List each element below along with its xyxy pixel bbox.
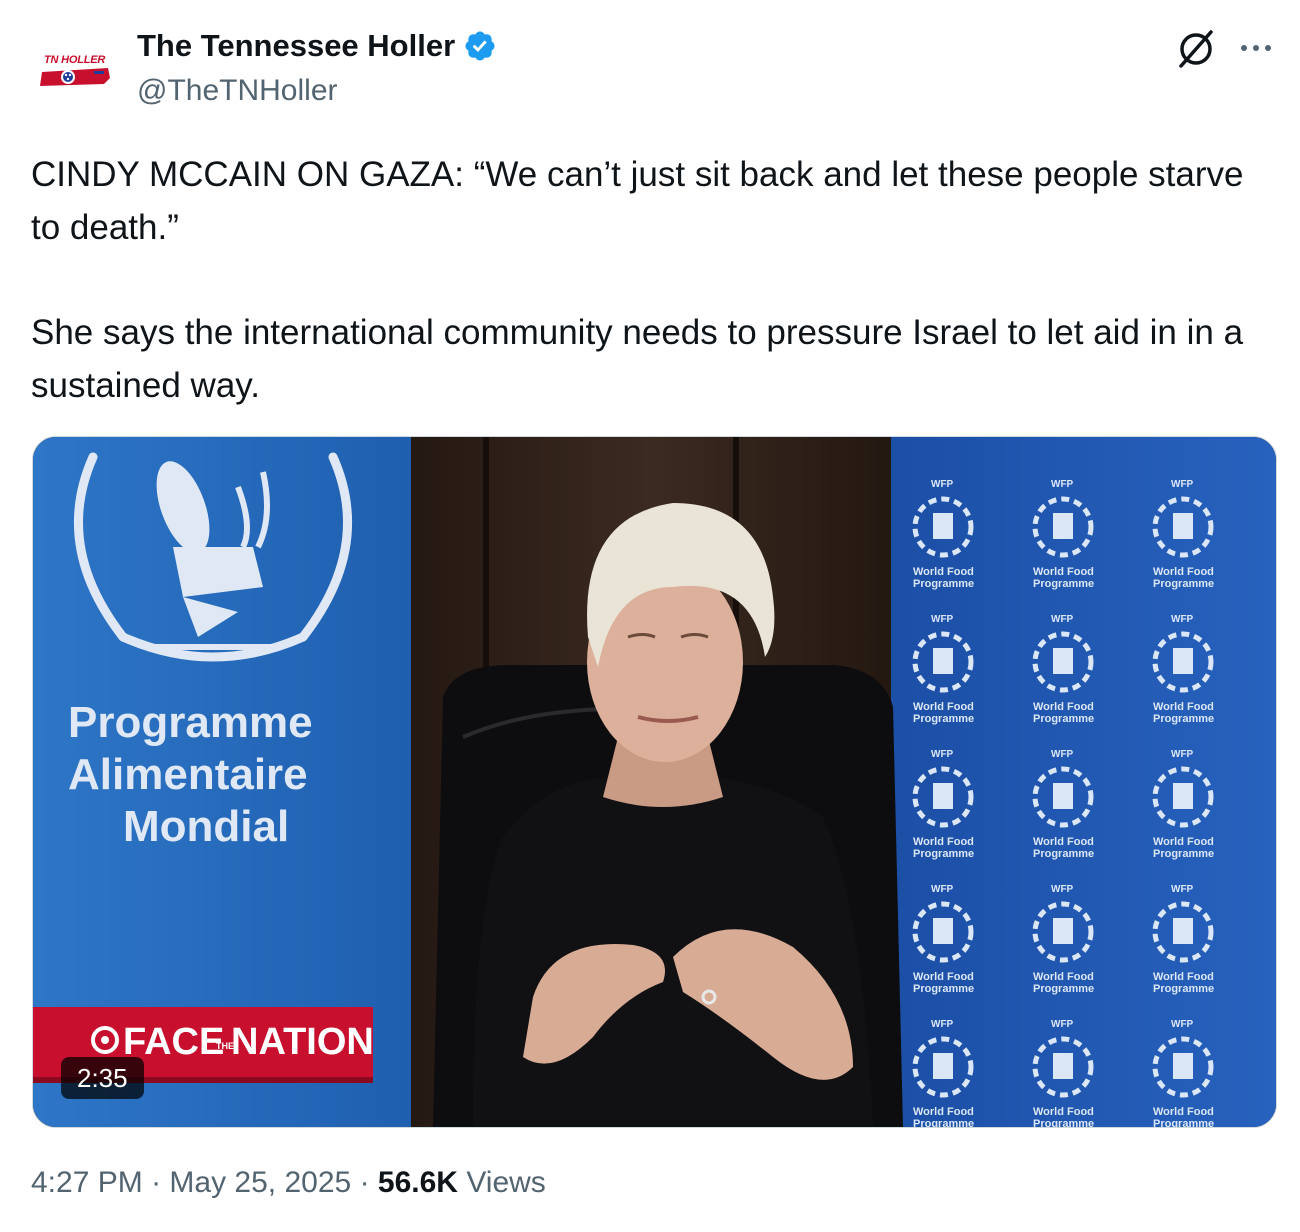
wfp-tile-label: WFP: [1051, 479, 1074, 490]
wfp-tile-label: WFP: [1051, 614, 1074, 625]
author-handle[interactable]: @TheTNHoller: [137, 74, 338, 108]
video-frame: Programme Alimentaire Mondial WFP World F…: [33, 437, 1276, 1127]
tweet-paragraph-1: CINDY MCCAIN ON GAZA: “We can’t just sit…: [31, 155, 1244, 247]
wfp-grain-mark: [933, 513, 953, 539]
wfp-tile-label: WFP: [1171, 884, 1194, 895]
author-name-row[interactable]: The Tennessee Holler: [137, 28, 497, 64]
grok-icon: [1179, 30, 1213, 68]
wfp-tile-label: WFP: [1171, 479, 1194, 490]
wfp-grain-mark: [1053, 783, 1073, 809]
wfp-tile-label: WFP: [1171, 1019, 1194, 1030]
wfp-grain-mark: [1053, 513, 1073, 539]
wfp-grain-mark: [1053, 1053, 1073, 1079]
avatar[interactable]: TN HOLLER: [36, 40, 116, 110]
tweet-paragraph-2: She says the international community nee…: [31, 313, 1244, 405]
wfp-grain-mark: [1173, 513, 1193, 539]
tweet-meta: 4:27 PM · May 25, 2025 · 56.6K Views: [31, 1166, 546, 1200]
views-count: 56.6K: [377, 1166, 458, 1199]
wfp-tile-line2: Programme: [913, 1118, 974, 1127]
wfp-grain-mark: [1173, 1053, 1193, 1079]
wfp-tile-line1: World Food: [913, 971, 974, 983]
wfp-tile-label: WFP: [931, 884, 954, 895]
wfp-tile-line2: Programme: [913, 848, 974, 860]
video-player[interactable]: Programme Alimentaire Mondial WFP World F…: [32, 436, 1277, 1128]
show-logo-nation: NATION: [231, 1021, 374, 1063]
wfp-tile-line2: Programme: [1153, 1118, 1214, 1127]
wfp-tile-label: WFP: [1051, 1019, 1074, 1030]
wfp-tile-line2: Programme: [1033, 578, 1094, 590]
verified-badge-icon: [465, 31, 495, 61]
wfp-grain-mark: [1053, 648, 1073, 674]
wfp-tile-line1: World Food: [913, 701, 974, 713]
wfp-tile-line1: World Food: [913, 1106, 974, 1118]
tweet-date[interactable]: May 25, 2025: [169, 1166, 351, 1199]
grok-button[interactable]: [1173, 26, 1219, 72]
banner-line-2: Alimentaire: [68, 750, 308, 799]
wfp-tile-line1: World Food: [1033, 701, 1094, 713]
wfp-tile-line1: World Food: [1033, 971, 1094, 983]
avatar-text: TN HOLLER: [44, 54, 106, 66]
wfp-tile-label: WFP: [1051, 749, 1074, 760]
wfp-grain-mark: [1173, 783, 1193, 809]
tennessee-holler-logo: [40, 68, 110, 86]
wfp-tile-line1: World Food: [913, 836, 974, 848]
wfp-tile-line2: Programme: [913, 713, 974, 725]
wfp-tile-line2: Programme: [1033, 1118, 1094, 1127]
wfp-tile-line1: World Food: [1153, 701, 1214, 713]
wfp-tile-line1: World Food: [1153, 566, 1214, 578]
wfp-tile-label: WFP: [1171, 614, 1194, 625]
wfp-tile-line1: World Food: [913, 566, 974, 578]
wfp-grain-mark: [933, 783, 953, 809]
wfp-tile-line2: Programme: [1153, 578, 1214, 590]
wfp-tile-line2: Programme: [1153, 713, 1214, 725]
banner-line-1: Programme: [68, 698, 313, 747]
wfp-tile-line2: Programme: [1033, 713, 1094, 725]
wfp-tile-line1: World Food: [1033, 836, 1094, 848]
views-label: Views: [466, 1166, 546, 1199]
wfp-grain-mark: [1173, 648, 1193, 674]
meta-separator-1: ·: [151, 1166, 162, 1199]
wfp-tile-line2: Programme: [913, 578, 974, 590]
wfp-tile-line2: Programme: [1033, 848, 1094, 860]
wfp-tile-line1: World Food: [1153, 836, 1214, 848]
wfp-tile-label: WFP: [1051, 884, 1074, 895]
wfp-tile-line1: World Food: [1153, 971, 1214, 983]
wfp-tile-label: WFP: [931, 1019, 954, 1030]
wfp-tile-label: WFP: [1171, 749, 1194, 760]
wfp-tile-line2: Programme: [1153, 983, 1214, 995]
more-button[interactable]: [1236, 28, 1276, 68]
wfp-grain-mark: [1053, 918, 1073, 944]
wfp-tile-label: WFP: [931, 479, 954, 490]
display-name[interactable]: The Tennessee Holler: [137, 28, 455, 64]
meta-separator-2: ·: [359, 1166, 370, 1199]
wfp-tile-line1: World Food: [1153, 1106, 1214, 1118]
banner-line-3: Mondial: [123, 802, 289, 851]
video-duration-badge: 2:35: [61, 1057, 144, 1099]
wfp-tile-line2: Programme: [913, 983, 974, 995]
wfp-tile-line2: Programme: [1153, 848, 1214, 860]
wfp-grain-mark: [1173, 918, 1193, 944]
wfp-grain-mark: [933, 1053, 953, 1079]
wfp-tile-line2: Programme: [1033, 983, 1094, 995]
wfp-tile-label: WFP: [931, 614, 954, 625]
tweet-time[interactable]: 4:27 PM: [31, 1166, 143, 1199]
wfp-tile-line1: World Food: [1033, 1106, 1094, 1118]
wfp-tile-line1: World Food: [1033, 566, 1094, 578]
wfp-tile-label: WFP: [931, 749, 954, 760]
tweet: TN HOLLER The Tennessee Holler @TheTNHol…: [0, 0, 1300, 1232]
tweet-text: CINDY MCCAIN ON GAZA: “We can’t just sit…: [31, 148, 1271, 412]
more-dots-icon: [1241, 45, 1271, 51]
wfp-grain-mark: [933, 918, 953, 944]
wfp-grain-mark: [933, 648, 953, 674]
